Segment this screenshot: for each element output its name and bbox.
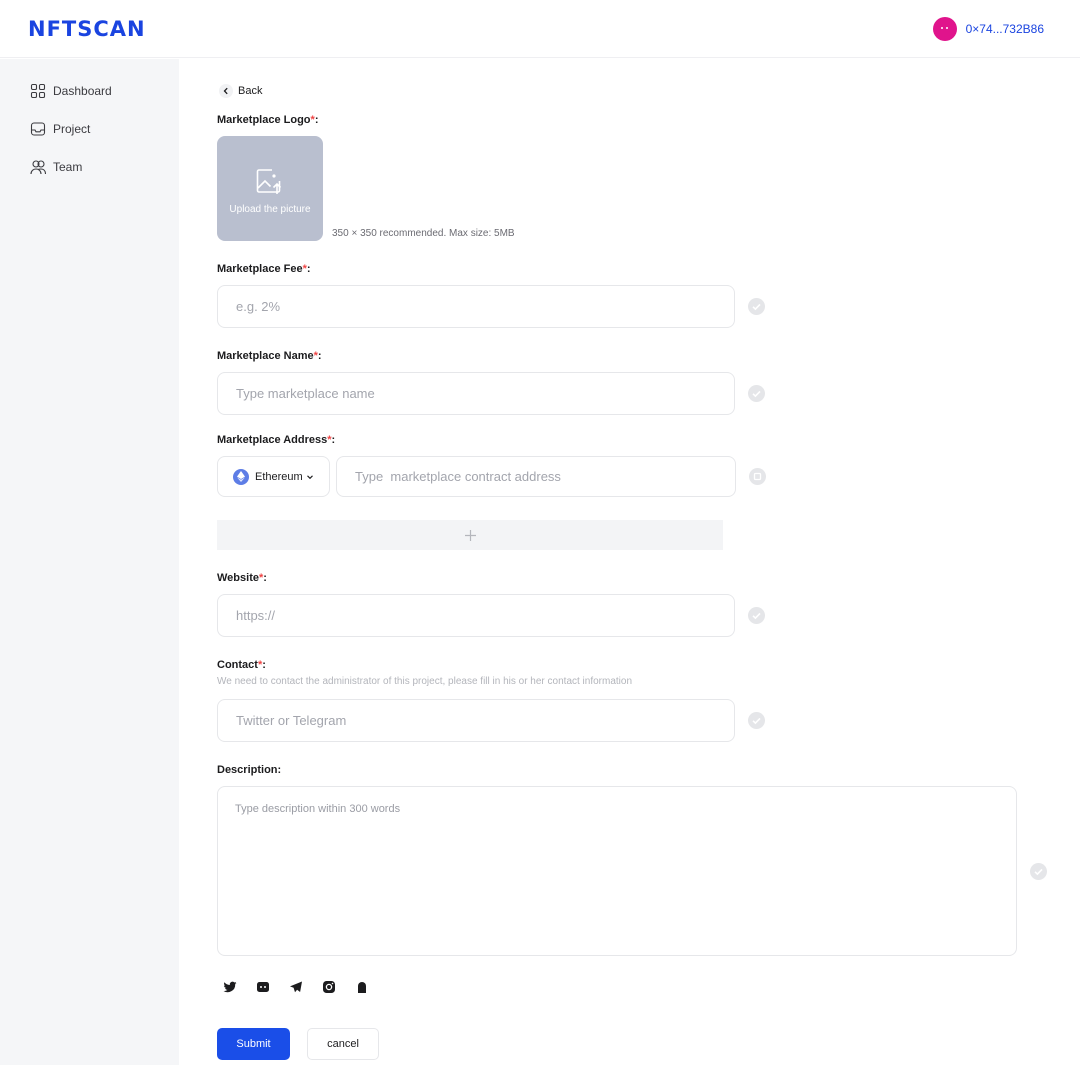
website-input[interactable] xyxy=(217,594,735,637)
fee-input[interactable] xyxy=(217,285,735,328)
upload-label: Upload the picture xyxy=(229,203,311,215)
sidebar-item-team[interactable]: Team xyxy=(30,159,82,175)
users-icon xyxy=(30,160,46,175)
grid-icon xyxy=(30,83,46,99)
name-label: Marketplace Name*: xyxy=(217,350,322,362)
instagram-icon[interactable] xyxy=(318,978,340,996)
check-circle-icon xyxy=(748,298,765,315)
medium-icon[interactable] xyxy=(351,978,373,996)
submit-button[interactable]: Submit xyxy=(217,1028,290,1060)
logo-size-hint: 350 × 350 recommended. Max size: 5MB xyxy=(332,228,515,239)
main-content: Back Marketplace Logo*: Upload the pictu… xyxy=(217,0,1067,1065)
sidebar-item-label: Dashboard xyxy=(53,84,112,98)
fee-label: Marketplace Fee*: xyxy=(217,263,311,275)
chevron-down-icon xyxy=(306,474,313,479)
contract-address-input[interactable] xyxy=(336,456,736,497)
telegram-icon[interactable] xyxy=(285,978,307,996)
sidebar-item-label: Project xyxy=(53,122,91,136)
chain-selected-value: Ethereum xyxy=(255,470,303,483)
sidebar-item-label: Team xyxy=(53,160,83,174)
back-label: Back xyxy=(238,85,263,97)
address-label: Marketplace Address*: xyxy=(217,434,336,446)
back-button[interactable]: Back xyxy=(219,84,262,98)
discord-icon[interactable] xyxy=(252,978,274,996)
sidebar: Dashboard Project Team xyxy=(0,59,179,1065)
website-label: Website*: xyxy=(217,572,267,584)
check-circle-icon xyxy=(748,385,765,402)
description-label: Description: xyxy=(217,764,282,776)
contact-help-text: We need to contact the administrator of … xyxy=(217,676,633,687)
add-address-button[interactable] xyxy=(217,520,723,550)
ethereum-icon xyxy=(233,468,249,485)
cancel-button[interactable]: cancel xyxy=(307,1028,379,1060)
name-input[interactable] xyxy=(217,372,735,415)
chain-select[interactable]: Ethereum xyxy=(217,456,330,497)
logo-label: Marketplace Logo*: xyxy=(217,114,319,126)
twitter-icon[interactable] xyxy=(219,978,241,996)
check-circle-icon xyxy=(748,607,765,624)
check-circle-icon xyxy=(1030,863,1047,880)
nftscan-logo[interactable]: NFTSCAN xyxy=(28,17,146,41)
contact-label: Contact*: xyxy=(217,659,266,671)
description-textarea[interactable] xyxy=(217,786,1017,956)
inbox-icon xyxy=(30,122,46,136)
remove-address-icon[interactable] xyxy=(749,468,766,485)
chevron-left-icon xyxy=(219,84,233,98)
contact-input[interactable] xyxy=(217,699,735,742)
check-circle-icon xyxy=(748,712,765,729)
sidebar-item-project[interactable]: Project xyxy=(30,121,90,137)
logo-upload-button[interactable]: Upload the picture xyxy=(217,136,323,241)
plus-icon xyxy=(464,529,476,541)
sidebar-item-dashboard[interactable]: Dashboard xyxy=(30,83,112,99)
image-upload-icon xyxy=(256,168,282,194)
